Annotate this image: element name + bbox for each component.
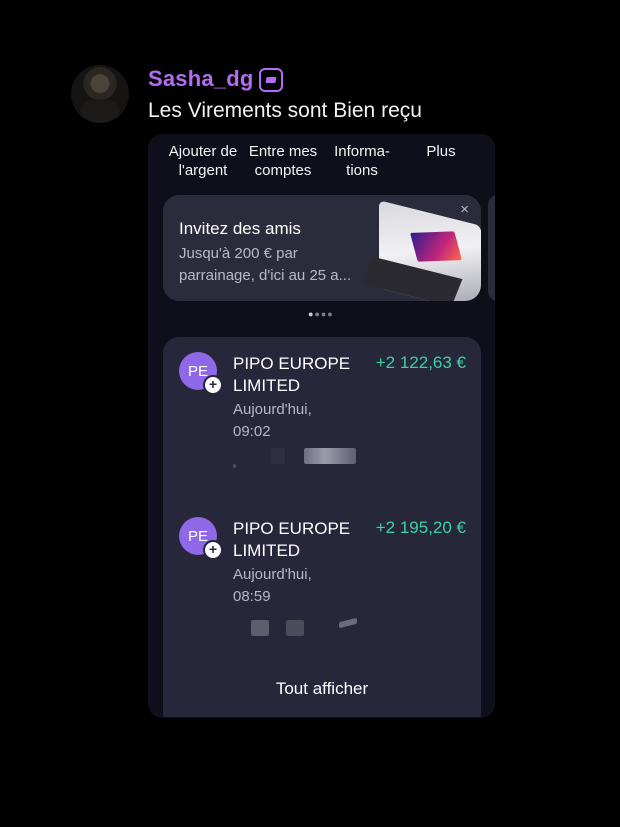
invite-friends-promo[interactable]: Invitez des amis Jusqu'à 200 € par parra…: [163, 195, 481, 301]
transaction-name: PIPO EUROPE LIMITED: [233, 519, 351, 560]
plus-icon: +: [203, 540, 223, 560]
redacted-text: [304, 448, 356, 464]
transactions-card: PE + PIPO EUROPE LIMITED +2 122,63 € Auj…: [163, 337, 481, 717]
transaction-row[interactable]: PE + PIPO EUROPE LIMITED +2 122,63 € Auj…: [163, 337, 481, 468]
redacted-text: [233, 464, 236, 468]
add-money-button[interactable]: Ajouter de l'argent: [162, 142, 244, 180]
transaction-row[interactable]: PE + PIPO EUROPE LIMITED +2 195,20 € Auj…: [163, 502, 481, 636]
username[interactable]: Sasha_dg: [148, 66, 254, 92]
transaction-date: Aujourd'hui, 08:59: [233, 566, 312, 605]
banking-app-screenshot: Ajouter de l'argent Entre mes comptes In…: [148, 134, 495, 718]
redacted-text: [286, 620, 304, 636]
carousel-dots: ●●●●: [308, 309, 334, 319]
redacted-text: [339, 617, 357, 629]
quick-actions: Ajouter de l'argent Entre mes comptes In…: [148, 142, 495, 192]
redacted-text: [251, 620, 269, 636]
transaction-date: Aujourd'hui, 09:02: [233, 401, 312, 440]
close-icon[interactable]: ×: [460, 201, 469, 218]
comment-text: Les Virements sont Bien reçu: [148, 99, 422, 122]
transaction-name: PIPO EUROPE LIMITED: [233, 354, 351, 395]
plus-icon: +: [203, 375, 223, 395]
transaction-amount: +2 195,20 €: [375, 518, 466, 537]
redacted-text: [271, 448, 285, 464]
show-all-button[interactable]: Tout afficher: [163, 679, 481, 699]
next-promo-card[interactable]: [488, 195, 495, 301]
information-button[interactable]: Informa- tions: [326, 142, 398, 180]
promo-text: Jusqu'à 200 € par parrainage, d'ici au 2…: [179, 245, 352, 284]
promo-title: Invitez des amis: [179, 219, 301, 238]
more-button[interactable]: Plus: [414, 142, 468, 161]
graduation-cap-icon: [259, 68, 283, 92]
commenter-avatar[interactable]: [71, 65, 129, 123]
transaction-amount: +2 122,63 €: [375, 353, 466, 372]
avatar-silhouette: [81, 99, 119, 123]
transfer-between-accounts-button[interactable]: Entre mes comptes: [242, 142, 324, 180]
